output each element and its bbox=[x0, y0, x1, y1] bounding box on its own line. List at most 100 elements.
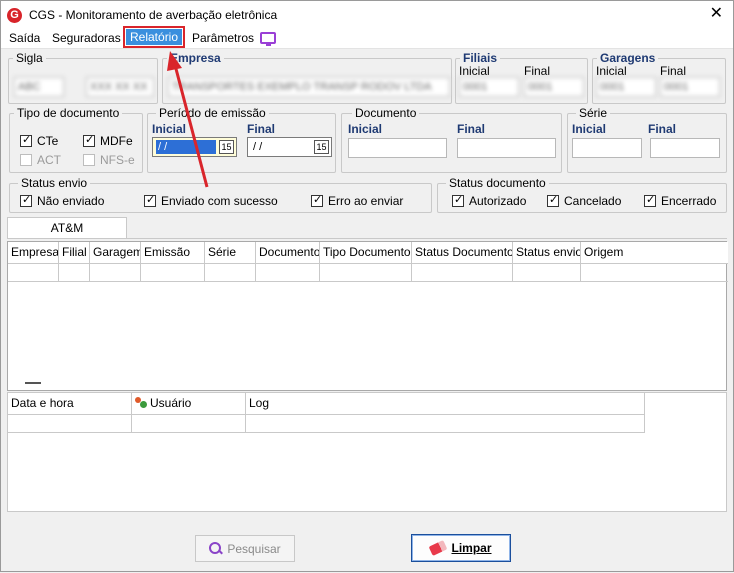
filial-final-input[interactable]: 0001 bbox=[524, 77, 584, 97]
menu-bar: Saída Seguradoras Relatório Parâmetros bbox=[1, 26, 733, 49]
empresa-label: Empresa bbox=[167, 51, 224, 65]
checkbox-box bbox=[144, 193, 156, 207]
filiais-label: Filiais bbox=[460, 51, 501, 65]
menu-parametros[interactable]: Parâmetros bbox=[192, 31, 254, 45]
column-header[interactable]: Garagem bbox=[90, 242, 141, 263]
column-header[interactable]: Documento bbox=[256, 242, 320, 263]
limpar-button[interactable]: Limpar bbox=[411, 534, 511, 562]
periodo-final-input[interactable]: / / 15 bbox=[247, 137, 332, 157]
garagem-final-input[interactable]: 0001 bbox=[660, 77, 720, 97]
column-header[interactable]: Usuário bbox=[132, 393, 246, 414]
main-window: G CGS - Monitoramento de averbação eletr… bbox=[0, 0, 734, 572]
usuario-header-label: Usuário bbox=[150, 396, 192, 410]
cte-checkbox[interactable]: CTe bbox=[20, 133, 58, 148]
autorizado-label: Autorizado bbox=[469, 194, 527, 208]
filiais-group: Filiais Inicial Final 0001 0001 bbox=[455, 51, 588, 104]
checkbox-box bbox=[20, 193, 32, 207]
app-logo-icon: G bbox=[7, 8, 22, 23]
pesquisar-button[interactable]: Pesquisar bbox=[195, 535, 295, 562]
documento-label: Documento bbox=[352, 106, 420, 120]
eraser-icon bbox=[429, 540, 448, 556]
documento-final-label: Final bbox=[457, 122, 486, 136]
serie-label: Série bbox=[576, 106, 611, 120]
serie-final-input[interactable] bbox=[650, 138, 720, 158]
table-row[interactable] bbox=[8, 264, 728, 282]
checkbox-box bbox=[311, 193, 323, 207]
serie-inicial-input[interactable] bbox=[572, 138, 642, 158]
periodo-final-value: / / bbox=[253, 141, 263, 153]
enviado-sucesso-checkbox[interactable]: Enviado com sucesso bbox=[144, 193, 278, 208]
column-header[interactable]: Emissão bbox=[141, 242, 205, 263]
sigla-group: Sigla ABC XXX XX XX bbox=[8, 51, 158, 104]
close-icon[interactable]: ✕ bbox=[710, 5, 723, 23]
garagem-inicial-input[interactable]: 0001 bbox=[596, 77, 656, 97]
serie-inicial-label: Inicial bbox=[572, 122, 607, 136]
calendar-icon[interactable]: 15 bbox=[219, 140, 234, 154]
checkbox-box bbox=[83, 133, 95, 147]
tipo-documento-group: Tipo de documento CTe MDFe ACT NFS-e bbox=[9, 106, 143, 173]
encerrado-checkbox[interactable]: Encerrado bbox=[644, 193, 717, 208]
checkbox-box bbox=[83, 154, 95, 166]
filial-inicial-input[interactable]: 0001 bbox=[459, 77, 519, 97]
encerrado-label: Encerrado bbox=[661, 194, 717, 208]
column-header[interactable]: Empresa bbox=[8, 242, 59, 263]
cancelado-checkbox[interactable]: Cancelado bbox=[547, 193, 621, 208]
serie-group: Série Inicial Final bbox=[567, 106, 727, 173]
column-header[interactable]: Filial bbox=[59, 242, 90, 263]
calendar-icon[interactable]: 15 bbox=[314, 140, 329, 154]
periodo-final-label: Final bbox=[247, 122, 276, 136]
nfse-checkbox[interactable]: NFS-e bbox=[83, 153, 135, 167]
act-checkbox[interactable]: ACT bbox=[20, 153, 61, 167]
mdfe-checkbox[interactable]: MDFe bbox=[83, 133, 133, 148]
column-header[interactable]: Série bbox=[205, 242, 256, 263]
column-header[interactable]: Log bbox=[246, 393, 645, 414]
main-grid[interactable]: Empresa Filial Garagem Emissão Série Doc… bbox=[7, 241, 728, 391]
enviado-sucesso-label: Enviado com sucesso bbox=[161, 194, 278, 208]
nao-enviado-label: Não enviado bbox=[37, 194, 105, 208]
sigla-secondary-input[interactable]: XXX XX XX bbox=[86, 77, 154, 97]
monitor-icon[interactable] bbox=[260, 32, 276, 46]
column-header[interactable]: Tipo Documento bbox=[320, 242, 412, 263]
table-row[interactable] bbox=[8, 415, 645, 433]
log-grid[interactable]: Data e hora Usuário Log bbox=[7, 392, 727, 512]
erro-enviar-label: Erro ao enviar bbox=[328, 194, 404, 208]
menu-relatorio[interactable]: Relatório bbox=[122, 26, 186, 48]
status-envio-label: Status envio bbox=[18, 176, 91, 190]
limpar-label: Limpar bbox=[451, 541, 492, 555]
nao-enviado-checkbox[interactable]: Não enviado bbox=[20, 193, 105, 208]
empresa-group: Empresa TRANSPORTES EXEMPLO TRANSP RODOV… bbox=[162, 51, 452, 104]
column-header[interactable]: Data e hora bbox=[8, 393, 132, 414]
documento-inicial-input[interactable] bbox=[348, 138, 447, 158]
search-icon bbox=[209, 542, 222, 555]
erro-enviar-checkbox[interactable]: Erro ao enviar bbox=[311, 193, 404, 208]
column-header[interactable]: Status Documento bbox=[412, 242, 513, 263]
nfse-label: NFS-e bbox=[100, 153, 135, 167]
checkbox-box bbox=[547, 193, 559, 207]
window-title: CGS - Monitoramento de averbação eletrôn… bbox=[29, 8, 278, 22]
periodo-emissao-group: Período de emissão Inicial Final / / 15 … bbox=[147, 106, 336, 173]
tipo-documento-label: Tipo de documento bbox=[14, 106, 123, 120]
autorizado-checkbox[interactable]: Autorizado bbox=[452, 193, 527, 208]
tab-atm[interactable]: AT&M bbox=[7, 217, 127, 239]
sigla-input[interactable]: ABC bbox=[14, 77, 64, 97]
user-icon bbox=[135, 397, 147, 408]
periodo-inicial-input[interactable]: / / 15 bbox=[152, 137, 237, 157]
splitter-handle[interactable] bbox=[25, 382, 41, 384]
mdfe-label: MDFe bbox=[100, 134, 133, 148]
menu-seguradoras[interactable]: Seguradoras bbox=[52, 31, 121, 45]
checkbox-box bbox=[20, 133, 32, 147]
filiais-inicial-label: Inicial bbox=[459, 64, 490, 78]
documento-final-input[interactable] bbox=[457, 138, 556, 158]
main-grid-header: Empresa Filial Garagem Emissão Série Doc… bbox=[8, 242, 728, 264]
checkbox-box bbox=[644, 193, 656, 207]
garagens-inicial-label: Inicial bbox=[596, 64, 627, 78]
menu-saida[interactable]: Saída bbox=[9, 31, 40, 45]
column-header[interactable]: Origem bbox=[581, 242, 728, 263]
filiais-final-label: Final bbox=[524, 64, 551, 78]
periodo-inicial-label: Inicial bbox=[152, 122, 187, 136]
column-header[interactable]: Status envio bbox=[513, 242, 581, 263]
documento-inicial-label: Inicial bbox=[348, 122, 383, 136]
empresa-input[interactable]: TRANSPORTES EXEMPLO TRANSP RODOV LTDA bbox=[168, 77, 450, 97]
status-envio-group: Status envio Não enviado Enviado com suc… bbox=[9, 176, 432, 213]
title-bar: G CGS - Monitoramento de averbação eletr… bbox=[1, 1, 733, 29]
